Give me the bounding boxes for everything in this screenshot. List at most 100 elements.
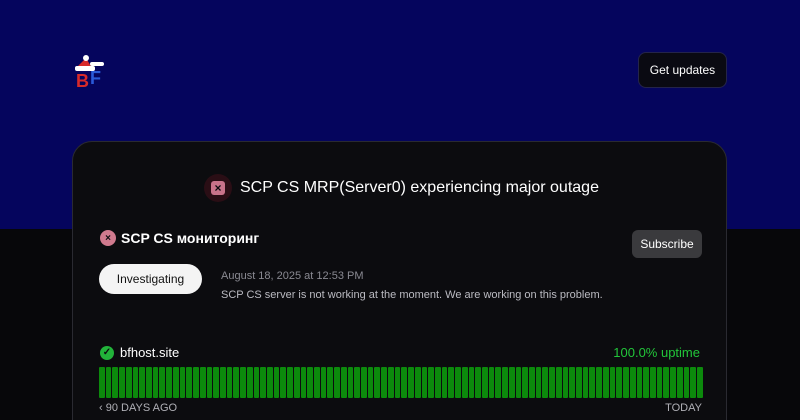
uptime-day-bar[interactable] [361,367,367,398]
uptime-day-bar[interactable] [253,367,260,398]
uptime-day-bar[interactable] [367,367,374,398]
uptime-day-bar[interactable] [555,367,562,398]
uptime-day-bar[interactable] [609,367,616,398]
component-title: × SCP CS мониторинг [100,230,259,246]
uptime-day-bar[interactable] [146,367,152,398]
uptime-day-bar[interactable] [488,367,495,398]
uptime-day-bar[interactable] [636,367,643,398]
uptime-day-bar[interactable] [287,367,293,398]
uptime-day-bar[interactable] [347,367,354,398]
uptime-day-bar[interactable] [602,367,609,398]
uptime-day-bar[interactable] [394,367,401,398]
uptime-day-bar[interactable] [562,367,569,398]
uptime-day-bar[interactable] [468,367,475,398]
uptime-day-bar[interactable] [119,367,125,398]
uptime-day-bar[interactable] [569,367,576,398]
uptime-day-bar[interactable] [542,367,549,398]
uptime-day-bar[interactable] [421,367,428,398]
uptime-day-bar[interactable] [495,367,502,398]
uptime-day-bar[interactable] [273,367,280,398]
uptime-day-bar[interactable] [441,367,448,398]
svg-text:B: B [76,71,89,91]
uptime-day-bar[interactable] [314,367,320,398]
uptime-day-bar[interactable] [105,367,112,398]
uptime-day-bar[interactable] [186,367,193,398]
uptime-day-bar[interactable] [327,367,334,398]
svg-text:F: F [90,68,101,88]
uptime-day-bar[interactable] [159,367,166,398]
uptime-day-bar[interactable] [179,367,186,398]
subscribe-button[interactable]: Subscribe [632,230,702,258]
component-name: SCP CS мониторинг [121,230,260,246]
uptime-day-bar[interactable] [374,367,381,398]
uptime-day-bar[interactable] [670,367,676,398]
uptime-day-bar[interactable] [307,367,313,398]
uptime-day-bar[interactable] [260,367,266,398]
uptime-day-bar[interactable] [199,367,206,398]
uptime-day-bar[interactable] [408,367,414,398]
uptime-day-bar[interactable] [690,367,696,398]
uptime-day-bar[interactable] [502,367,508,398]
bf-logo[interactable]: B F [72,52,112,92]
uptime-day-bar[interactable] [152,367,159,398]
uptime-day-bar[interactable] [696,367,703,398]
uptime-day-bar[interactable] [320,367,327,398]
uptime-day-bar[interactable] [387,367,394,398]
incident-message: SCP CS server is not working at the mome… [221,289,603,301]
uptime-day-bar[interactable] [629,367,636,398]
uptime-day-bar[interactable] [522,367,528,398]
uptime-day-bar[interactable] [582,367,589,398]
uptime-day-bar[interactable] [99,367,105,398]
range-start: ‹ 90 DAYS AGO [99,402,177,414]
get-updates-button[interactable]: Get updates [638,52,727,88]
uptime-day-bar[interactable] [132,367,139,398]
uptime-day-bar[interactable] [125,367,132,398]
uptime-day-bar[interactable] [623,367,629,398]
uptime-day-bar[interactable] [508,367,515,398]
uptime-day-bar[interactable] [280,367,287,398]
uptime-day-bar[interactable] [340,367,347,398]
uptime-day-bar[interactable] [663,367,670,398]
uptime-day-bar[interactable] [381,367,387,398]
uptime-day-bar[interactable] [589,367,596,398]
uptime-day-bar[interactable] [354,367,361,398]
uptime-day-bar[interactable] [676,367,683,398]
uptime-day-bar[interactable] [434,367,441,398]
uptime-day-bar[interactable] [616,367,623,398]
uptime-day-bar[interactable] [529,367,535,398]
uptime-day-bar[interactable] [166,367,172,398]
uptime-day-bar[interactable] [656,367,663,398]
uptime-day-bar[interactable] [643,367,649,398]
uptime-day-bar[interactable] [401,367,408,398]
uptime-day-bar[interactable] [206,367,213,398]
uptime-day-bar[interactable] [448,367,455,398]
uptime-day-bar[interactable] [461,367,468,398]
uptime-day-bar[interactable] [300,367,307,398]
uptime-day-bar[interactable] [475,367,481,398]
uptime-day-bar[interactable] [246,367,253,398]
uptime-day-bar[interactable] [240,367,246,398]
uptime-day-bar[interactable] [455,367,461,398]
uptime-day-bar[interactable] [172,367,179,398]
uptime-day-bar[interactable] [233,367,240,398]
uptime-day-bar[interactable] [428,367,434,398]
uptime-day-bar[interactable] [213,367,219,398]
uptime-day-bar[interactable] [414,367,421,398]
uptime-day-bar[interactable] [535,367,542,398]
uptime-day-bar[interactable] [683,367,690,398]
uptime-day-bar[interactable] [266,367,273,398]
uptime-day-bar[interactable] [112,367,119,398]
uptime-day-bar[interactable] [549,367,555,398]
uptime-day-bar[interactable] [515,367,522,398]
uptime-day-bar[interactable] [293,367,300,398]
uptime-day-bar[interactable] [139,367,146,398]
uptime-day-bar[interactable] [649,367,656,398]
uptime-day-bar[interactable] [226,367,233,398]
uptime-day-bar[interactable] [219,367,226,398]
uptime-day-bar[interactable] [334,367,340,398]
outage-banner-text: SCP CS MRP(Server0) experiencing major o… [240,179,599,196]
uptime-day-bar[interactable] [596,367,602,398]
uptime-day-bar[interactable] [193,367,199,398]
uptime-day-bar[interactable] [481,367,488,398]
uptime-day-bar[interactable] [576,367,582,398]
